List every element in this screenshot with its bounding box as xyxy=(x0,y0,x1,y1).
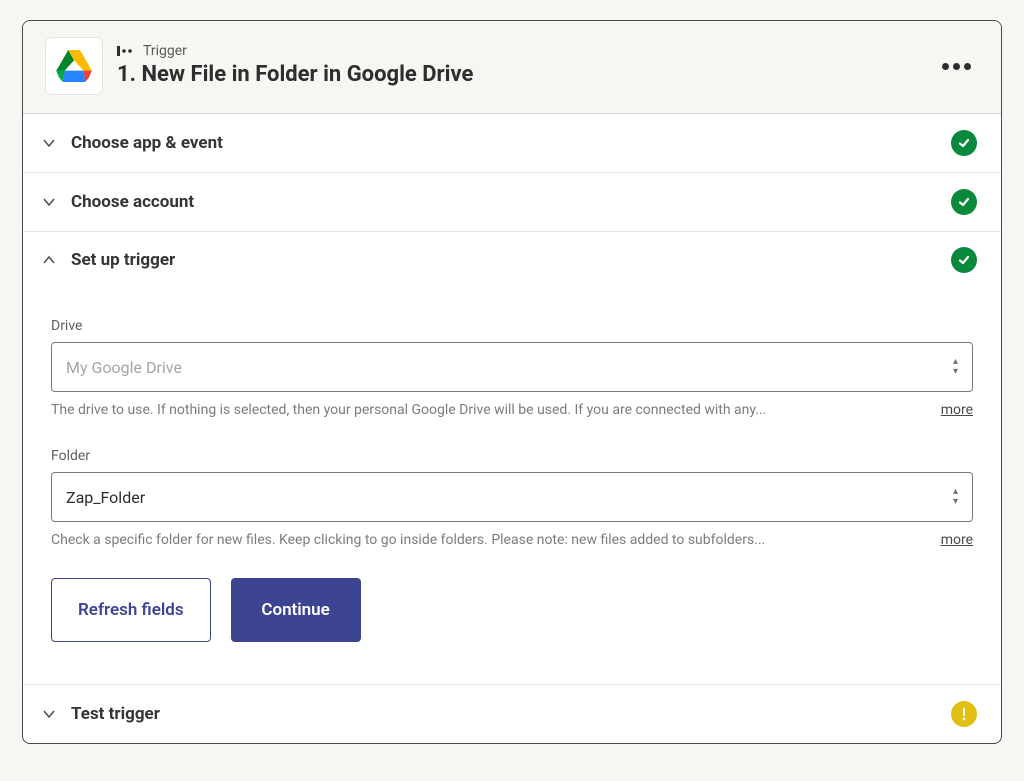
section-title: Set up trigger xyxy=(71,250,939,270)
stepper-icon: ▴▾ xyxy=(953,487,958,507)
section-title: Choose app & event xyxy=(71,133,939,153)
dot-icon xyxy=(953,63,960,70)
app-icon-container xyxy=(45,37,103,95)
dot-icon xyxy=(942,63,949,70)
folder-more-link[interactable]: more xyxy=(941,532,973,548)
card-title: 1. New File in Folder in Google Drive xyxy=(117,61,473,89)
folder-help-text: Check a specific folder for new files. K… xyxy=(51,532,941,548)
trigger-step-card: Trigger 1. New File in Folder in Google … xyxy=(22,20,1002,744)
section-title: Test trigger xyxy=(71,704,939,724)
more-options-button[interactable] xyxy=(936,57,977,76)
folder-label: Folder xyxy=(51,448,973,464)
chevron-up-icon xyxy=(39,253,59,267)
folder-field: Folder Zap_Folder ▴▾ Check a specific fo… xyxy=(51,448,973,548)
kicker-text: Trigger xyxy=(143,43,187,59)
button-row: Refresh fields Continue xyxy=(51,578,973,642)
section-title: Choose account xyxy=(71,192,939,212)
drive-help-text: The drive to use. If nothing is selected… xyxy=(51,402,941,418)
status-ok-icon xyxy=(951,189,977,215)
drive-select[interactable]: My Google Drive ▴▾ xyxy=(51,342,973,392)
drive-more-link[interactable]: more xyxy=(941,402,973,418)
section-choose-app-event[interactable]: Choose app & event xyxy=(23,114,1001,173)
stepper-icon: ▴▾ xyxy=(953,357,958,377)
drive-placeholder: My Google Drive xyxy=(66,358,182,377)
folder-value: Zap_Folder xyxy=(66,488,145,507)
folder-select[interactable]: Zap_Folder ▴▾ xyxy=(51,472,973,522)
drive-field: Drive My Google Drive ▴▾ The drive to us… xyxy=(51,318,973,418)
section-choose-account[interactable]: Choose account xyxy=(23,173,1001,232)
card-header: Trigger 1. New File in Folder in Google … xyxy=(23,21,1001,114)
kicker-line: Trigger xyxy=(117,43,473,59)
status-warning-icon xyxy=(951,701,977,727)
continue-button[interactable]: Continue xyxy=(231,578,361,642)
status-ok-icon xyxy=(951,130,977,156)
dot-icon xyxy=(964,63,971,70)
google-drive-icon xyxy=(56,50,92,82)
chevron-down-icon xyxy=(39,136,59,150)
header-text: Trigger 1. New File in Folder in Google … xyxy=(117,43,473,89)
refresh-fields-button[interactable]: Refresh fields xyxy=(51,578,211,642)
chevron-down-icon xyxy=(39,707,59,721)
section-set-up-trigger[interactable]: Set up trigger xyxy=(23,232,1001,288)
setup-trigger-body: Drive My Google Drive ▴▾ The drive to us… xyxy=(23,288,1001,685)
trigger-glyph-icon xyxy=(117,44,137,58)
drive-label: Drive xyxy=(51,318,973,334)
status-ok-icon xyxy=(951,247,977,273)
chevron-down-icon xyxy=(39,195,59,209)
section-test-trigger[interactable]: Test trigger xyxy=(23,685,1001,743)
